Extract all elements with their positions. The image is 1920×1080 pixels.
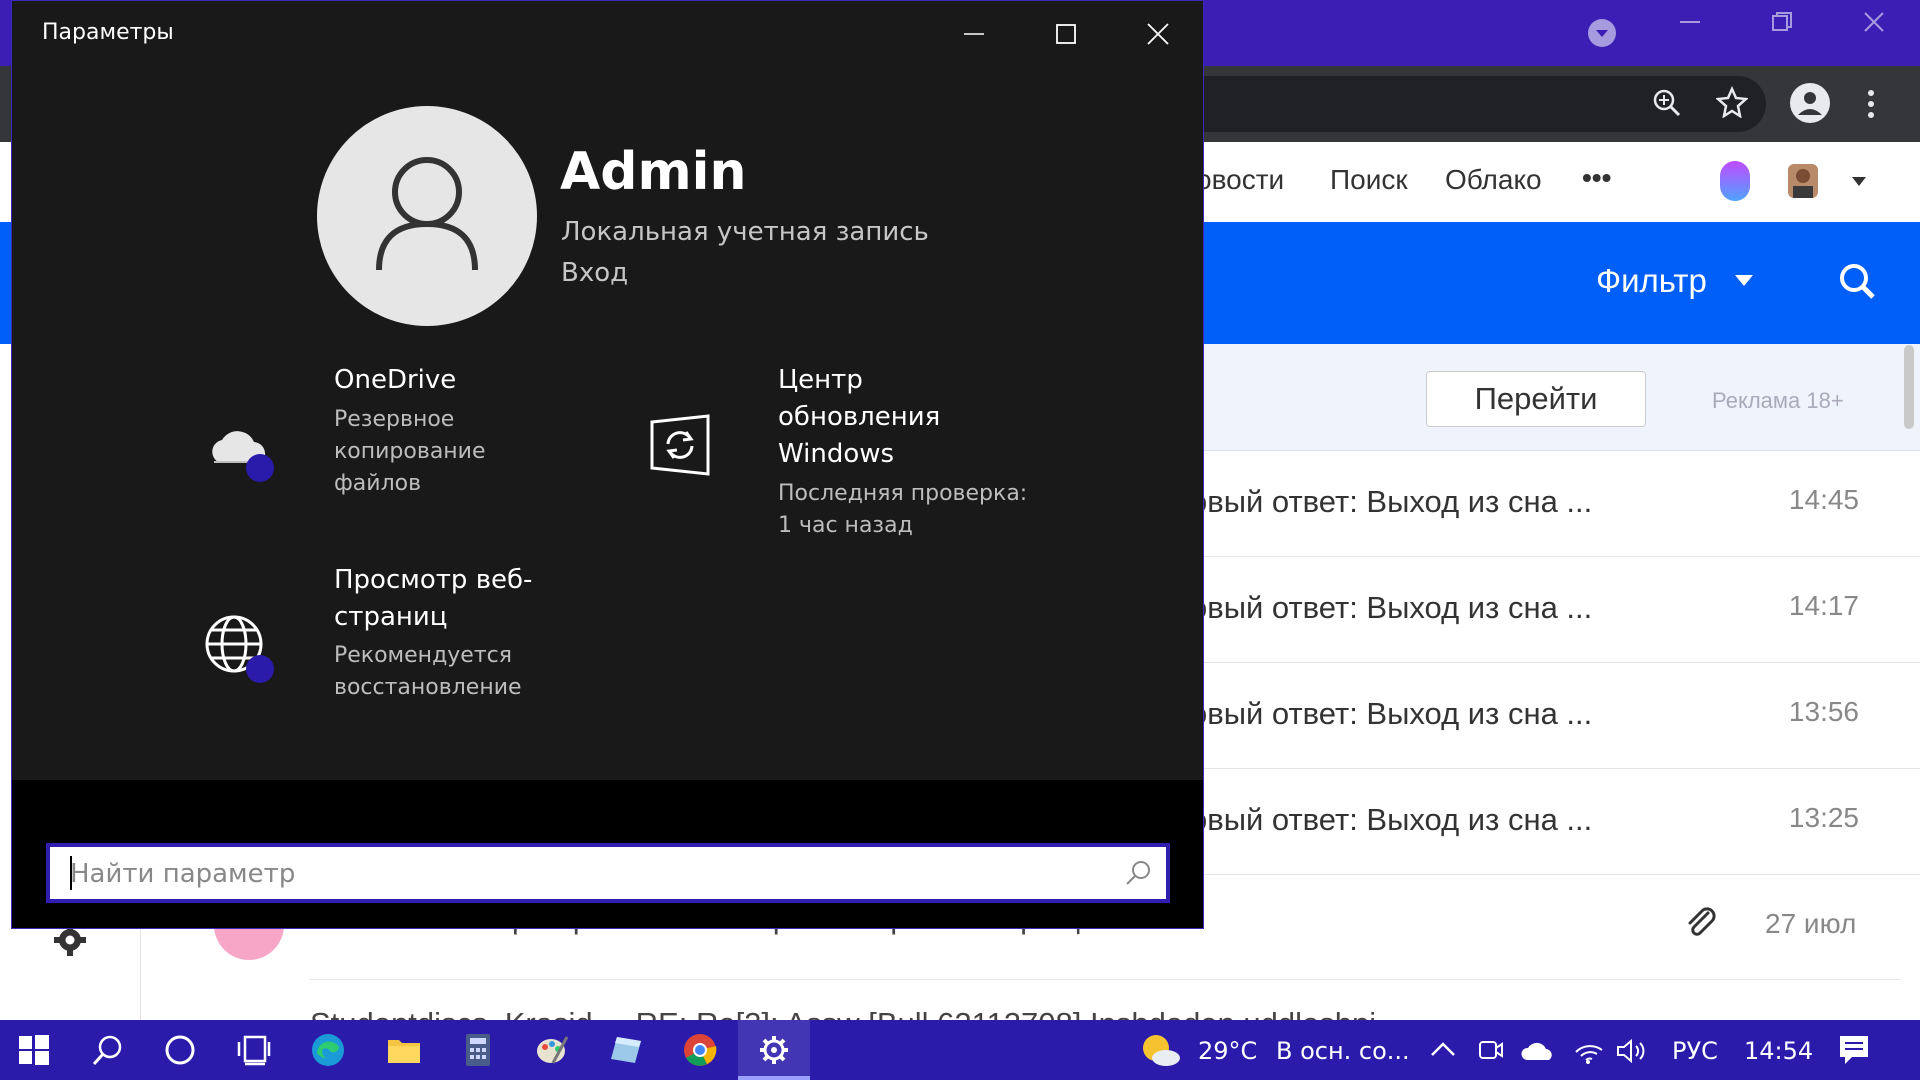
text-caret [70, 856, 72, 890]
user-avatar-large[interactable] [317, 106, 537, 326]
task-view-icon[interactable] [222, 1020, 286, 1080]
sign-in-link[interactable]: Вход [561, 258, 628, 288]
assistant-orb-icon[interactable] [1720, 161, 1750, 201]
row-divider [310, 979, 1900, 980]
tile-update-title[interactable]: Центр обновления Windows [778, 362, 978, 473]
partial-date: 27 июл [1765, 908, 1857, 939]
attachment-clip-icon [1684, 905, 1718, 943]
mail-time: 14:45 [1788, 484, 1859, 515]
browser-restore-button[interactable] [1770, 10, 1794, 41]
filter-caret-icon[interactable] [1734, 270, 1754, 295]
tile-onedrive-subtitle: Резервное копирование файлов [334, 407, 486, 496]
filter-button[interactable]: Фильтр [1596, 262, 1707, 300]
profile-avatar-icon[interactable] [1790, 83, 1830, 131]
profile-dropdown-icon[interactable] [1588, 19, 1616, 47]
mail-settings-gear-icon[interactable] [52, 922, 88, 962]
browser-minimize-button[interactable] [1678, 10, 1702, 41]
nav-cloud[interactable]: Облако [1445, 164, 1542, 196]
mail-time: 13:25 [1788, 802, 1859, 833]
bookmark-star-icon[interactable] [1715, 85, 1749, 126]
mail-search-icon[interactable] [1838, 262, 1876, 304]
volume-icon[interactable] [1616, 1038, 1648, 1068]
meet-now-icon[interactable] [1478, 1036, 1504, 1068]
weather-desc[interactable]: В осн. со... [1276, 1037, 1410, 1065]
zoom-icon[interactable] [1652, 88, 1682, 126]
nav-more[interactable]: ••• [1582, 162, 1611, 194]
chrome-icon[interactable] [668, 1020, 732, 1080]
mail-row[interactable]: овый ответ: Выход из сна ... 14:45 [1190, 451, 1920, 557]
mail-subject: овый ответ: Выход из сна ... [1190, 802, 1593, 837]
settings-gear-icon[interactable] [742, 1020, 806, 1080]
tile-onedrive-title[interactable]: OneDrive [334, 362, 456, 399]
ad-go-button[interactable]: Перейти [1426, 371, 1646, 427]
close-button[interactable] [1122, 12, 1194, 56]
minimize-button[interactable] [938, 12, 1010, 56]
onedrive-icon[interactable] [204, 418, 284, 492]
cortana-icon[interactable] [148, 1020, 212, 1080]
nav-search[interactable]: Поиск [1330, 164, 1408, 196]
calculator-icon[interactable] [446, 1020, 510, 1080]
tile-update-subtitle: Последняя проверка: 1 час назад [778, 481, 1028, 538]
globe-icon[interactable] [204, 612, 284, 690]
mail-row[interactable]: овый ответ: Выход из сна ... 14:17 [1190, 557, 1920, 663]
mail-scrollbar[interactable] [1904, 345, 1914, 429]
wifi-icon[interactable] [1574, 1036, 1604, 1068]
clock[interactable]: 14:54 [1744, 1037, 1813, 1065]
maximize-button[interactable] [1030, 12, 1102, 56]
account-type: Локальная учетная запись [561, 217, 929, 247]
windows-update-icon[interactable] [648, 412, 714, 482]
tray-chevron-icon[interactable] [1430, 1040, 1456, 1062]
weather-temp[interactable]: 29°C [1198, 1037, 1257, 1065]
mail-subject: овый ответ: Выход из сна ... [1190, 484, 1593, 519]
user-name: Admin [560, 142, 747, 202]
browser-close-button[interactable] [1862, 10, 1886, 41]
start-button[interactable] [2, 1020, 66, 1080]
mail-time: 14:17 [1788, 590, 1859, 621]
onedrive-tray-icon[interactable] [1520, 1040, 1556, 1066]
account-caret-icon[interactable] [1850, 174, 1868, 193]
user-avatar[interactable] [1788, 164, 1818, 198]
settings-window: Параметры Admin Локальная учетная запись… [12, 0, 1204, 928]
mail-row[interactable]: овый ответ: Выход из сна ... 13:56 [1190, 663, 1920, 769]
weather-icon[interactable] [1140, 1032, 1182, 1072]
mail-row[interactable]: овый ответ: Выход из сна ... 13:25 [1190, 769, 1920, 875]
tile-browsing-title[interactable]: Просмотр веб-страниц [334, 562, 564, 636]
language-indicator[interactable]: РУС [1672, 1037, 1718, 1065]
notes-app-icon[interactable] [594, 1020, 658, 1080]
notifications-icon[interactable] [1838, 1034, 1870, 1070]
ad-label: Реклама 18+ [1712, 388, 1844, 413]
browser-menu-icon[interactable] [1866, 88, 1876, 128]
search-icon[interactable] [76, 1020, 140, 1080]
settings-search-box[interactable] [46, 843, 1170, 903]
nav-news[interactable]: овости [1196, 164, 1284, 196]
edge-icon[interactable] [296, 1020, 360, 1080]
mail-time: 13:56 [1788, 696, 1859, 727]
mail-subject: овый ответ: Выход из сна ... [1190, 590, 1593, 625]
window-title: Параметры [42, 20, 174, 45]
mail-subject: овый ответ: Выход из сна ... [1190, 696, 1593, 731]
file-explorer-icon[interactable] [372, 1020, 436, 1080]
paint-icon[interactable] [520, 1020, 584, 1080]
tile-browsing-subtitle: Рекомендуется восстановление [334, 643, 522, 700]
search-icon[interactable] [1124, 859, 1152, 891]
settings-search-input[interactable] [68, 847, 1112, 901]
